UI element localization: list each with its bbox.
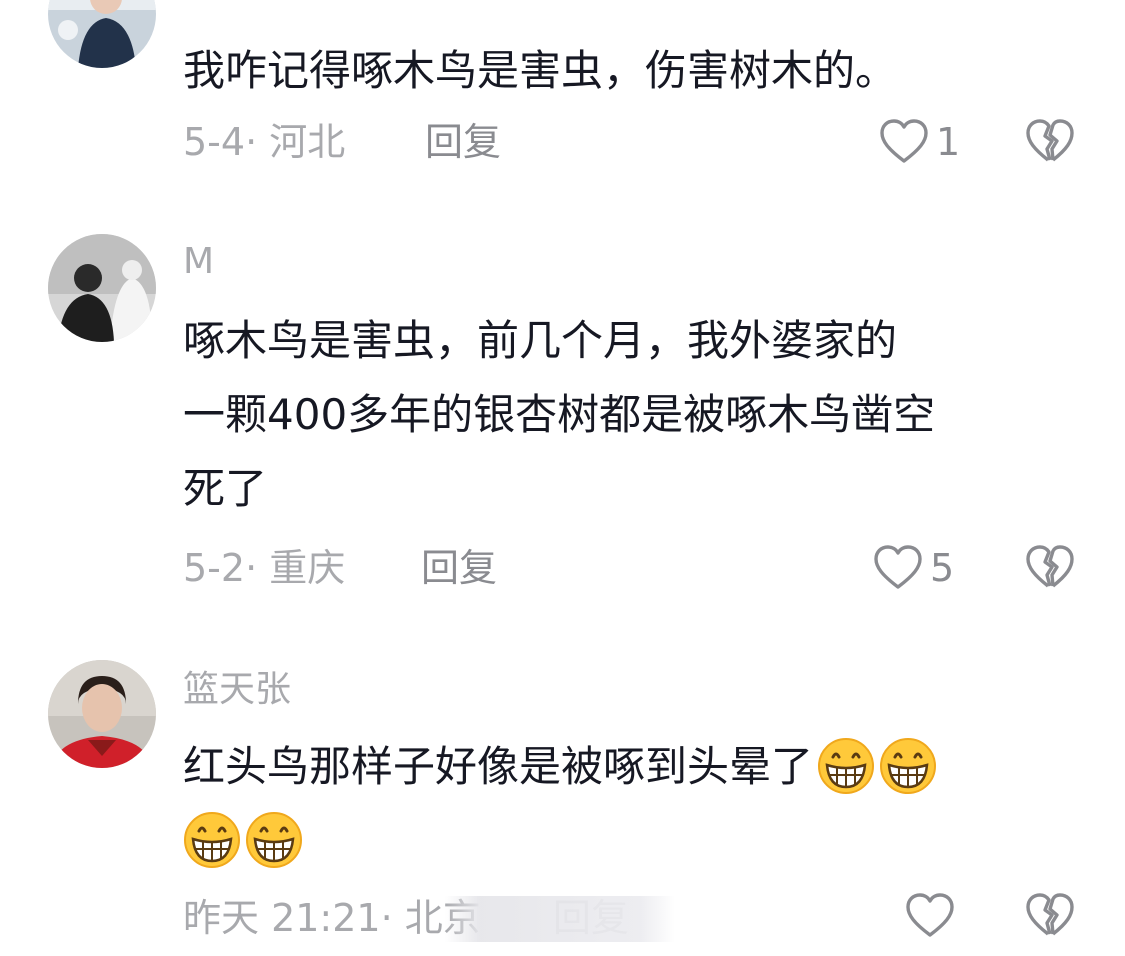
grinning-face-emoji — [880, 737, 937, 794]
comment-text: 啄木鸟是害虫，前几个月，我外婆家的 一颗400多年的银杏树都是被啄木鸟凿空 死了 — [183, 316, 936, 513]
dislike-button[interactable] — [1024, 890, 1076, 942]
broken-heart-icon — [1026, 119, 1074, 162]
grinning-face-emoji — [246, 811, 302, 868]
comment-meta: 昨天 21:21· 北京 回复 — [183, 894, 629, 942]
avatar[interactable] — [48, 660, 156, 768]
comment-meta: 5-4· 河北 回复 — [183, 120, 502, 164]
comment-date: 昨天 21:21 — [183, 896, 381, 940]
like-button[interactable]: 5 — [872, 542, 954, 594]
heart-outline-icon — [880, 119, 928, 163]
watermark-overlay — [445, 896, 675, 942]
comment-username[interactable]: M — [183, 240, 214, 284]
heart-outline-icon — [906, 893, 954, 937]
comment-username[interactable]: 篮天张 — [183, 668, 291, 712]
comment-location: 重庆 — [269, 546, 346, 590]
comment-text: 我咋记得啄木鸟是害虫，伤害树木的。 — [183, 46, 898, 95]
reply-button[interactable]: 回复 — [425, 118, 501, 166]
dislike-button[interactable] — [1024, 116, 1076, 168]
dislike-button[interactable] — [1024, 542, 1076, 594]
like-count: 5 — [930, 546, 955, 590]
avatar[interactable] — [48, 0, 156, 68]
grinning-face-emoji — [818, 737, 875, 794]
reply-button[interactable]: 回复 — [421, 544, 497, 592]
comment-meta: 5-2· 重庆 回复 — [183, 546, 498, 590]
avatar[interactable] — [48, 234, 156, 342]
grinning-face-emoji — [184, 811, 240, 868]
heart-outline-icon — [874, 545, 922, 589]
comment-location: 河北 — [269, 120, 346, 164]
comment-text: 红头鸟那样子好像是被啄到头晕了 — [183, 730, 1083, 878]
comment-date: 5-4 — [183, 120, 246, 164]
like-count: 1 — [936, 120, 961, 164]
comment-date: 5-2 — [183, 546, 246, 590]
like-button[interactable]: 1 — [878, 116, 960, 168]
broken-heart-icon — [1026, 893, 1074, 936]
like-button[interactable] — [904, 890, 962, 942]
broken-heart-icon — [1026, 545, 1074, 588]
